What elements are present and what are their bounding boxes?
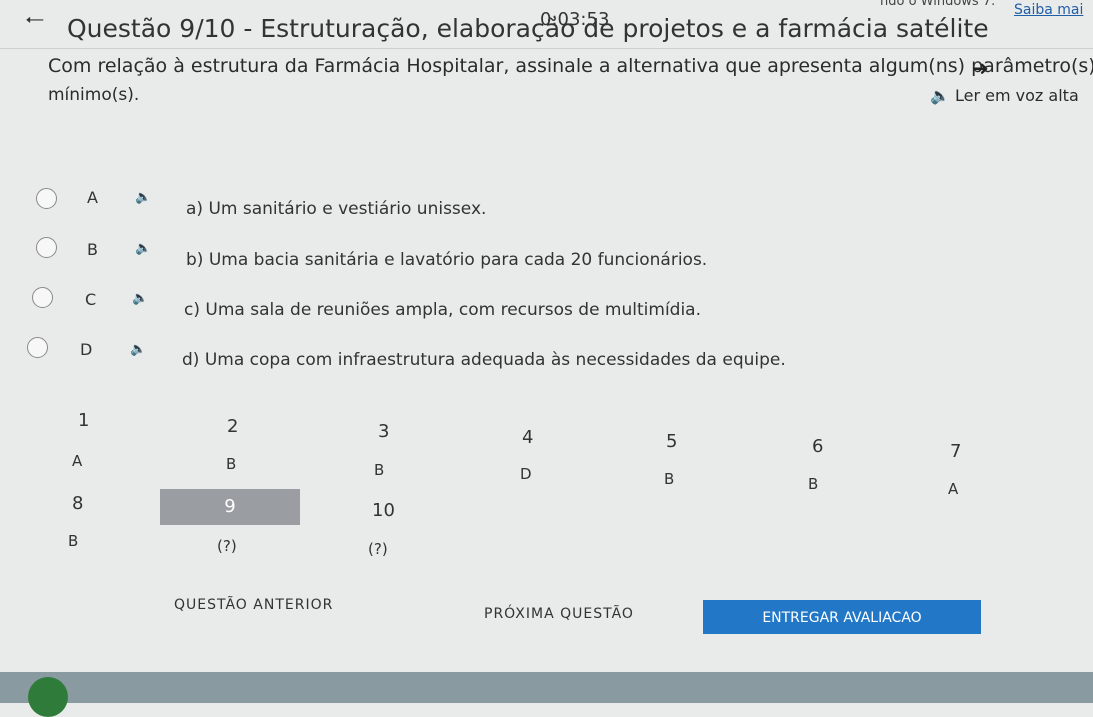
option-c-radio[interactable] — [32, 287, 53, 308]
grid-q9-current[interactable]: 9 — [160, 489, 300, 525]
grid-q4-answer: D — [520, 465, 532, 483]
option-b-letter: B — [87, 240, 98, 259]
grid-q8-answer: B — [68, 532, 79, 550]
question-text-cont: mínimo(s). — [48, 85, 140, 105]
chrome-icon[interactable] — [28, 677, 68, 717]
grid-q6-answer: B — [808, 475, 819, 493]
grid-q2-number[interactable]: 2 — [227, 416, 238, 437]
next-question-button[interactable]: PRÓXIMA QUESTÃO — [484, 606, 634, 622]
read-aloud-label: Ler em voz alta — [955, 86, 1079, 105]
submit-evaluation-button[interactable]: ENTREGAR AVALIACAO — [703, 600, 981, 634]
saiba-mais-link[interactable]: Saiba mai — [1014, 2, 1083, 18]
title-divider — [0, 48, 1093, 49]
option-b-speaker-icon[interactable]: 🔈 — [135, 241, 151, 256]
option-c-text: c) Uma sala de reuniões ampla, com recur… — [184, 300, 701, 320]
question-title: Questão 9/10 - Estruturação, elaboração … — [67, 14, 989, 43]
grid-q9-answer: (?) — [217, 537, 237, 555]
option-a-speaker-icon[interactable]: 🔈 — [135, 190, 151, 205]
grid-q7-answer: A — [948, 480, 959, 498]
option-d-letter: D — [80, 340, 93, 359]
option-a-text: a) Um sanitário e vestiário unissex. — [186, 199, 487, 219]
option-a-letter: A — [87, 188, 98, 207]
windows-note: ndo o Windows 7. — [880, 0, 996, 9]
grid-q3-number[interactable]: 3 — [378, 421, 389, 442]
grid-q2-answer: B — [226, 455, 237, 473]
grid-q4-number[interactable]: 4 — [522, 427, 533, 448]
grid-q8-number[interactable]: 8 — [72, 493, 83, 514]
grid-q5-answer: B — [664, 470, 675, 488]
option-d-speaker-icon[interactable]: 🔈 — [130, 342, 146, 357]
grid-q1-answer: A — [72, 452, 83, 470]
grid-q5-number[interactable]: 5 — [666, 431, 677, 452]
back-arrow-icon[interactable]: 🠀 — [25, 3, 45, 44]
grid-q6-number[interactable]: 6 — [812, 436, 823, 457]
grid-q3-answer: B — [374, 461, 385, 479]
option-d-radio[interactable] — [27, 337, 48, 358]
grid-q1-number[interactable]: 1 — [78, 410, 89, 431]
speaker-icon: 🔈 — [930, 86, 950, 105]
option-d-text: d) Uma copa com infraestrutura adequada … — [182, 350, 786, 370]
grid-q7-number[interactable]: 7 — [950, 441, 961, 462]
option-a-radio[interactable] — [36, 188, 57, 209]
option-c-letter: C — [85, 290, 97, 309]
option-c-speaker-icon[interactable]: 🔈 — [132, 291, 148, 306]
question-text: Com relação à estrutura da Farmácia Hosp… — [48, 55, 1093, 77]
option-b-radio[interactable] — [36, 237, 57, 258]
taskbar — [0, 672, 1093, 703]
next-arrow-icon[interactable]: ➜ — [972, 56, 989, 80]
grid-q10-answer: (?) — [368, 540, 388, 558]
grid-q10-number[interactable]: 10 — [372, 500, 395, 521]
option-b-text: b) Uma bacia sanitária e lavatório para … — [186, 250, 708, 270]
read-aloud-button[interactable]: 🔈 Ler em voz alta — [930, 86, 1079, 105]
previous-question-button[interactable]: QUESTÃO ANTERIOR — [174, 597, 333, 613]
